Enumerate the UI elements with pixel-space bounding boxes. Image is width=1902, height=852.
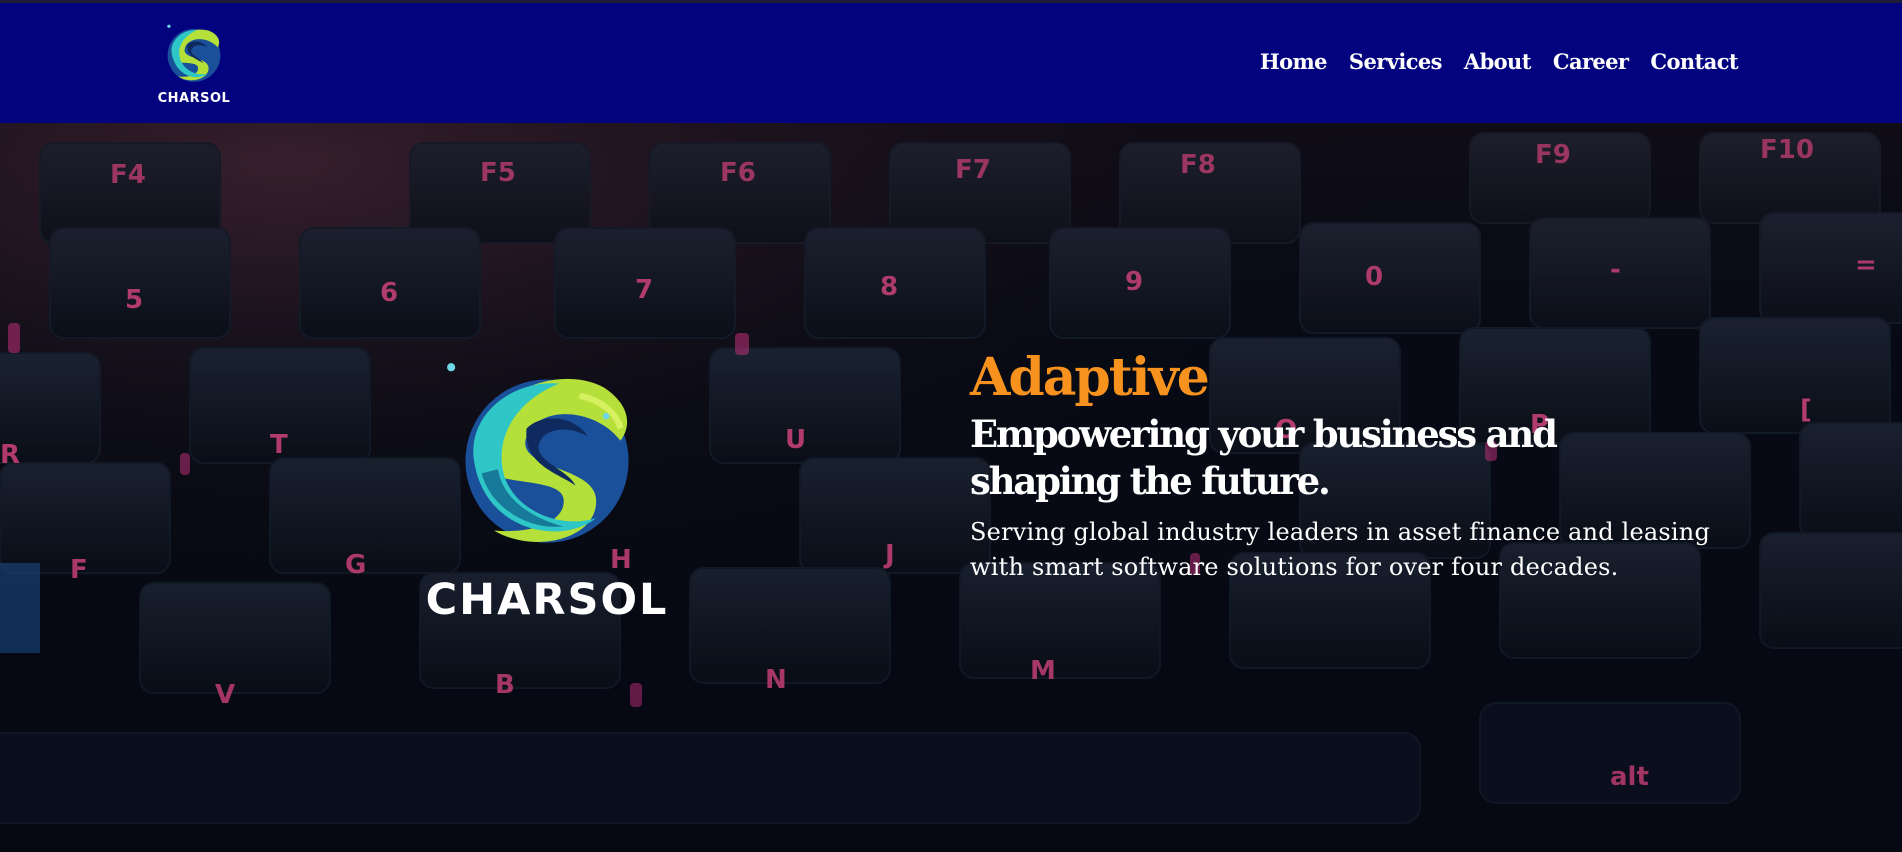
main-nav: Home Services About Career Contact bbox=[1260, 49, 1739, 74]
nav-services[interactable]: Services bbox=[1349, 49, 1443, 74]
swirl-s-logo-icon bbox=[447, 363, 629, 543]
hero-headline: Empowering your business and shaping the… bbox=[970, 412, 1558, 503]
hero-logo: CHARSOL bbox=[425, 347, 669, 653]
swirl-s-logo-icon bbox=[167, 24, 221, 82]
site-header: CHARSOL Home Services About Career Conta… bbox=[0, 3, 1902, 123]
nav-career[interactable]: Career bbox=[1553, 49, 1629, 74]
hero-copy: Adaptive Empowering your business and sh… bbox=[970, 347, 1710, 585]
hero-description: Serving global industry leaders in asset… bbox=[970, 518, 1711, 581]
nav-contact[interactable]: Contact bbox=[1650, 49, 1738, 74]
nav-home[interactable]: Home bbox=[1260, 49, 1328, 74]
brand-logo[interactable]: CHARSOL bbox=[157, 21, 231, 113]
brand-name: CHARSOL bbox=[157, 91, 231, 106]
hero-eyebrow: Adaptive bbox=[970, 347, 1210, 408]
hero-brand-name: CHARSOL bbox=[425, 575, 669, 625]
nav-about[interactable]: About bbox=[1464, 49, 1532, 74]
hero-section: F4 F5 F6 F7 F8 F9 F10 5 6 7 8 9 0 - = R … bbox=[0, 123, 1902, 852]
